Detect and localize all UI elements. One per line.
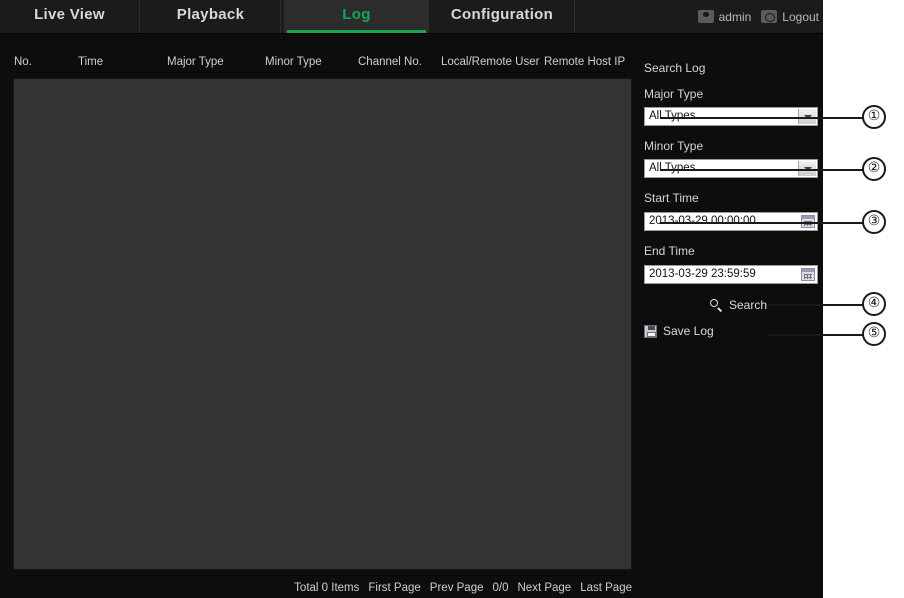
main-tab-bar: Live View Playback Log Configuration adm… bbox=[0, 0, 823, 34]
column-header-time: Time bbox=[78, 56, 104, 68]
tab-live-view[interactable]: Live View bbox=[0, 0, 140, 33]
minor-type-label: Minor Type bbox=[644, 139, 704, 153]
column-header-no: No. bbox=[14, 56, 32, 68]
logout-icon bbox=[761, 10, 778, 23]
page-indicator: 0/0 bbox=[492, 582, 509, 594]
search-icon bbox=[710, 298, 723, 312]
first-page-button[interactable]: First Page bbox=[368, 582, 420, 594]
search-log-panel: Search Log Major Type All Types Minor Ty… bbox=[640, 56, 823, 576]
callout-leader-5 bbox=[768, 334, 864, 336]
callout-5: ⑤ bbox=[862, 322, 886, 346]
floppy-disk-icon bbox=[644, 324, 657, 338]
search-button-label: Search bbox=[729, 298, 768, 312]
column-header-major-type: Major Type bbox=[167, 56, 224, 68]
search-button[interactable]: Search bbox=[710, 298, 767, 312]
tab-log-label: Log bbox=[342, 6, 371, 23]
current-user: admin bbox=[697, 9, 752, 24]
callout-1: ① bbox=[862, 105, 886, 129]
account-area: admin Logout bbox=[697, 0, 823, 33]
callout-leader-1 bbox=[660, 117, 864, 119]
minor-type-value: All Types bbox=[649, 162, 696, 174]
column-header-local-remote-user: Local/Remote User bbox=[441, 56, 540, 68]
callout-leader-2 bbox=[660, 169, 864, 171]
prev-page-button[interactable]: Prev Page bbox=[430, 582, 484, 594]
screenshot-root: Live View Playback Log Configuration adm… bbox=[0, 0, 904, 598]
tab-configuration-label: Configuration bbox=[450, 6, 554, 23]
start-time-label: Start Time bbox=[644, 191, 699, 205]
pagination-bar: Total 0 Items First Page Prev Page 0/0 N… bbox=[13, 580, 632, 596]
end-time-field[interactable]: 2013-03-29 23:59:59 bbox=[644, 265, 818, 284]
callout-3: ③ bbox=[862, 210, 886, 234]
end-time-value: 2013-03-29 23:59:59 bbox=[649, 268, 756, 280]
user-icon bbox=[697, 10, 714, 23]
callout-4: ④ bbox=[862, 292, 886, 316]
column-header-minor-type: Minor Type bbox=[265, 56, 322, 68]
tab-log-active-underline bbox=[287, 30, 426, 33]
log-results-area[interactable] bbox=[13, 78, 632, 570]
callout-2: ② bbox=[862, 157, 886, 181]
tab-playback[interactable]: Playback bbox=[141, 0, 281, 33]
device-web-ui: Live View Playback Log Configuration adm… bbox=[0, 0, 823, 598]
next-page-button[interactable]: Next Page bbox=[518, 582, 572, 594]
logout-label: Logout bbox=[782, 9, 819, 24]
callout-leader-3 bbox=[660, 222, 864, 224]
tab-log[interactable]: Log bbox=[284, 0, 429, 33]
tab-playback-label: Playback bbox=[176, 6, 245, 23]
logout-button[interactable]: Logout bbox=[761, 10, 819, 24]
save-log-button-label: Save Log bbox=[663, 324, 714, 338]
calendar-icon[interactable] bbox=[801, 268, 815, 281]
callout-leader-4 bbox=[768, 304, 864, 306]
save-log-button[interactable]: Save Log bbox=[644, 324, 714, 338]
last-page-button[interactable]: Last Page bbox=[580, 582, 632, 594]
major-type-label: Major Type bbox=[644, 87, 704, 101]
search-log-title: Search Log bbox=[644, 61, 706, 75]
column-header-remote-host-ip: Remote Host IP bbox=[544, 56, 626, 68]
column-header-channel-no: Channel No. bbox=[358, 56, 422, 68]
end-time-label: End Time bbox=[644, 244, 695, 258]
major-type-value: All Types bbox=[649, 110, 696, 122]
current-user-label: admin bbox=[718, 9, 752, 24]
tab-live-view-label: Live View bbox=[34, 6, 105, 23]
start-time-value: 2013-03-29 00:00:00 bbox=[649, 215, 756, 227]
tab-configuration[interactable]: Configuration bbox=[430, 0, 575, 33]
total-items-label: Total 0 Items bbox=[294, 582, 360, 594]
